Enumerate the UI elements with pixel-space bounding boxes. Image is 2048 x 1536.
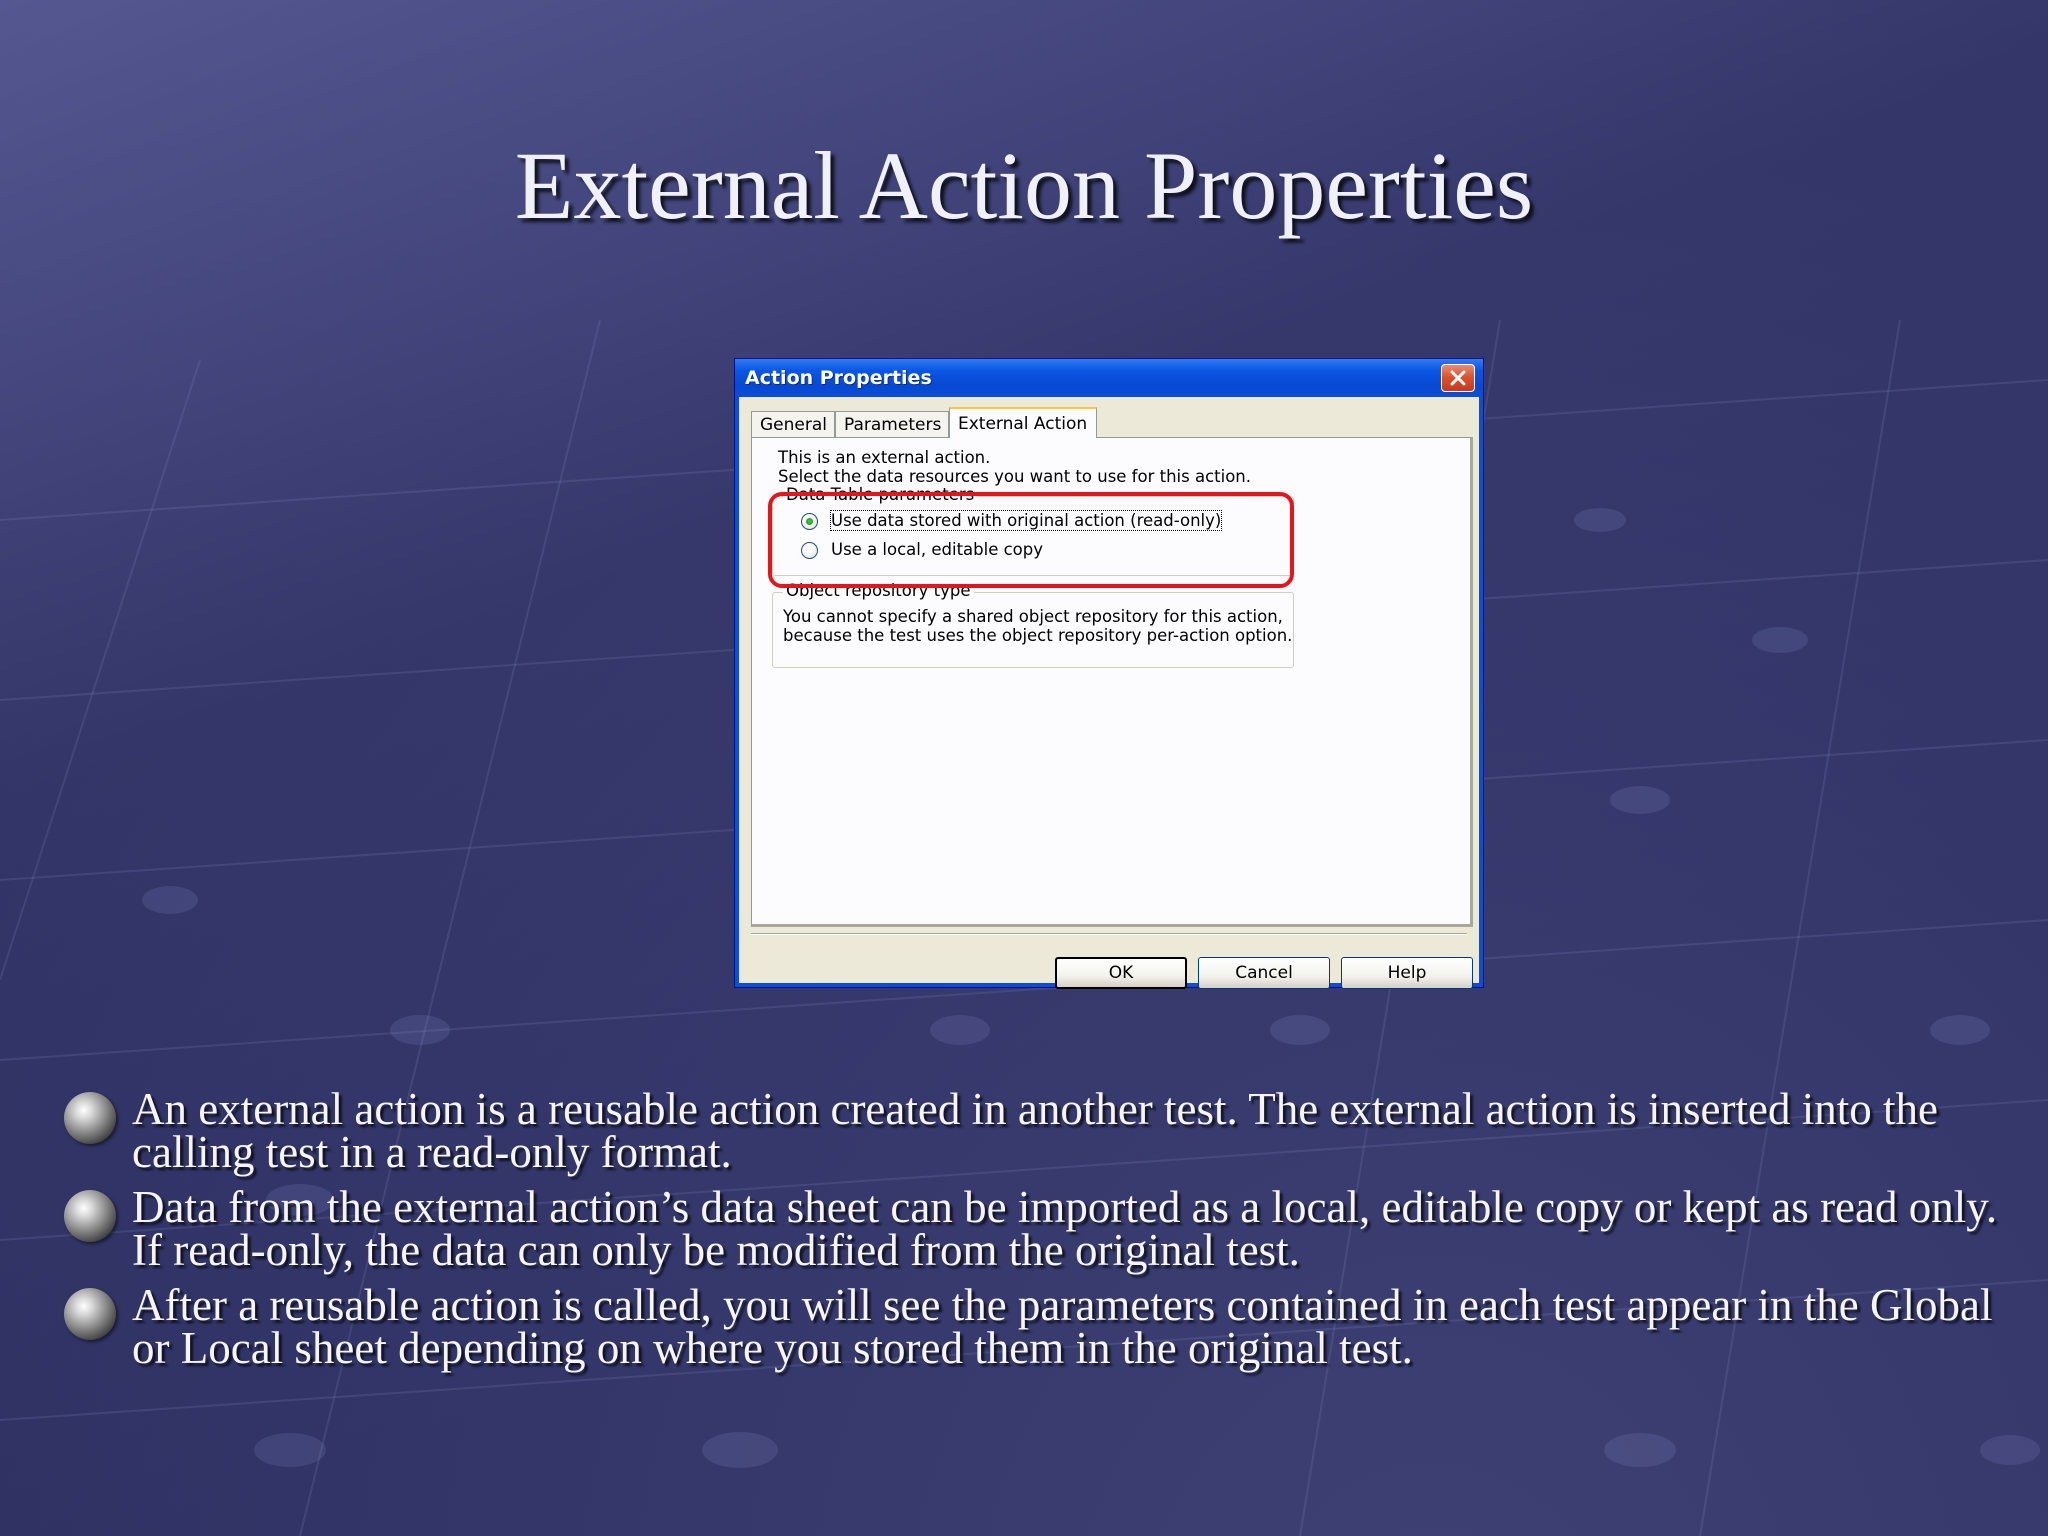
dialog-title: Action Properties (745, 367, 932, 389)
close-icon (1450, 370, 1466, 386)
action-properties-dialog: Action Properties General Parameters Ext… (734, 358, 1484, 989)
info-line-2: Select the data resources you want to us… (778, 467, 1252, 486)
bullet-text: Data from the external action’s data she… (132, 1182, 1998, 1275)
object-repository-group: Object repository type You cannot specif… (772, 581, 1294, 668)
object-repository-line-2: because the test uses the object reposit… (783, 626, 1293, 645)
radio-button-unchecked[interactable] (801, 542, 818, 559)
info-line-1: This is an external action. (778, 448, 991, 467)
radio-button-checked[interactable] (801, 513, 818, 530)
radio-label-local-copy: Use a local, editable copy (831, 540, 1044, 559)
button-separator (751, 933, 1467, 935)
close-button[interactable] (1441, 364, 1475, 392)
external-action-panel: This is an external action. Select the d… (751, 437, 1473, 927)
sphere-bullet-icon (64, 1190, 116, 1242)
data-table-parameters-group: Data Table parameters Use data stored wi… (772, 485, 1294, 576)
bullet-text: After a reusable action is called, you w… (132, 1280, 1993, 1373)
data-table-group-legend: Data Table parameters (783, 485, 978, 504)
object-repository-line-1: You cannot specify a shared object repos… (783, 607, 1283, 626)
cancel-button[interactable]: Cancel (1198, 957, 1330, 989)
bullet-item: Data from the external action’s data she… (62, 1182, 2002, 1275)
bullet-text: An external action is a reusable action … (132, 1084, 1938, 1177)
help-button[interactable]: Help (1341, 957, 1473, 989)
tab-parameters[interactable]: Parameters (835, 411, 949, 437)
bullet-item: An external action is a reusable action … (62, 1084, 2002, 1177)
tab-general[interactable]: General (751, 411, 835, 437)
slide-title: External Action Properties (514, 132, 1534, 239)
sphere-bullet-icon (64, 1092, 116, 1144)
sphere-bullet-icon (64, 1288, 116, 1340)
bullet-list: An external action is a reusable action … (62, 1084, 2002, 1382)
bullet-item: After a reusable action is called, you w… (62, 1280, 2002, 1373)
dialog-body: General Parameters External Action This … (739, 397, 1479, 989)
ok-button[interactable]: OK (1055, 957, 1187, 989)
tab-external-action[interactable]: External Action (949, 407, 1097, 438)
radio-label-original: Use data stored with original action (re… (829, 510, 1223, 531)
object-repository-legend: Object repository type (783, 581, 974, 600)
dialog-titlebar[interactable]: Action Properties (735, 359, 1483, 397)
